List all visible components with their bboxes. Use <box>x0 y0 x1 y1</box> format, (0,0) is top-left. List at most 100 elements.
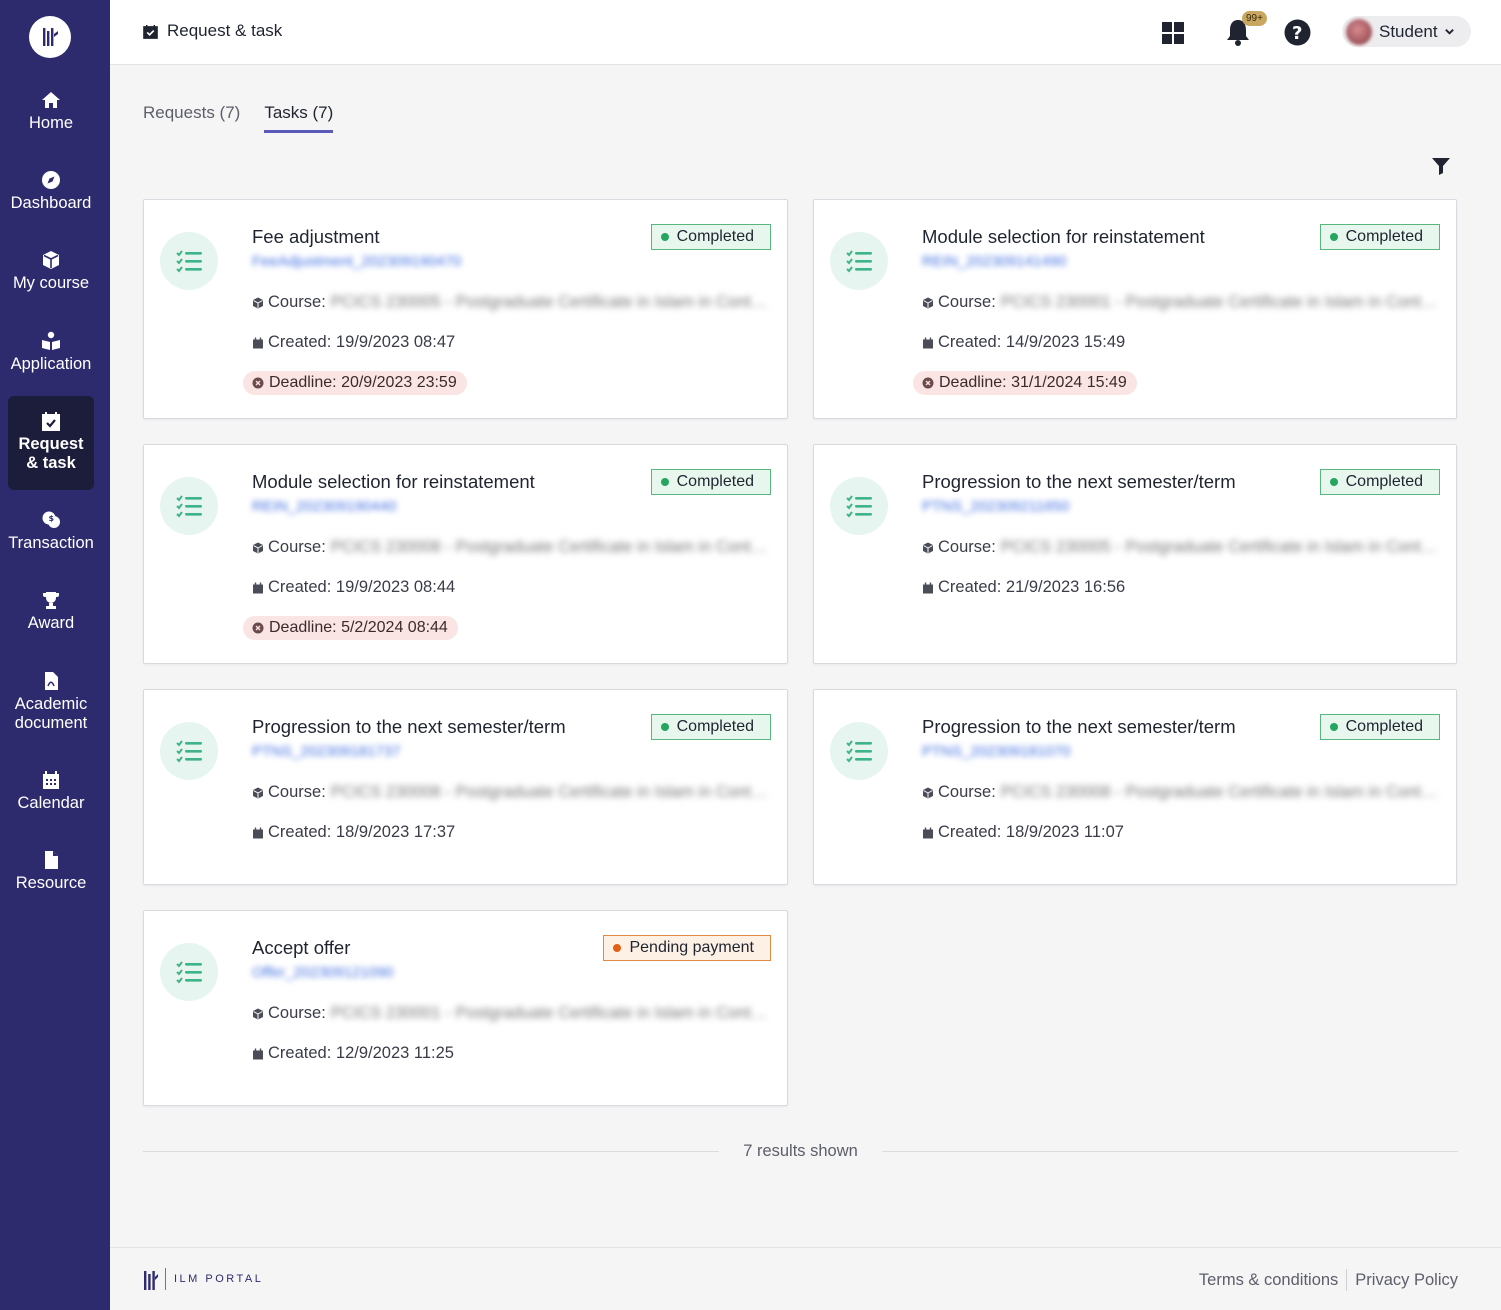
status-dot <box>1329 723 1338 731</box>
task-list-icon <box>830 232 888 290</box>
sidebar: Home Dashboard My course Application Req… <box>0 0 110 1310</box>
status-dot <box>1329 233 1338 241</box>
course-value: PCICS 230001 - Postgraduate Certificate … <box>330 1004 771 1022</box>
sidebar-item-label: Home <box>28 114 73 132</box>
footer: ILM PORTAL Terms & conditions Privacy Po… <box>110 1247 1501 1310</box>
task-title: Progression to the next semester/term <box>922 716 1236 737</box>
sidebar-item-resource[interactable]: Resource <box>8 849 94 893</box>
course-row: Course: PCICS 230005 - Postgraduate Cert… <box>252 293 771 312</box>
status-badge: Completed <box>650 714 771 740</box>
task-reference[interactable]: PTNS_202309211650 <box>922 498 1069 515</box>
created-row: Created: 14/9/2023 15:49 <box>922 333 1125 352</box>
sidebar-item-label: My course <box>12 274 90 292</box>
sidebar-item-my-course[interactable]: My course <box>8 249 94 293</box>
created-label: Created: <box>268 333 332 351</box>
status-badge: Completed <box>650 469 771 495</box>
status-label: Pending payment <box>629 939 754 956</box>
course-label: Course: <box>268 538 326 556</box>
cube-icon <box>253 542 263 553</box>
chevron-down-icon <box>1444 29 1454 35</box>
task-reference[interactable]: REIN_202309141490 <box>922 253 1066 270</box>
privacy-link[interactable]: Privacy Policy <box>1355 1271 1458 1290</box>
results-summary: 7 results shown <box>143 1140 1459 1162</box>
course-value: PCICS 230005 - Postgraduate Certificate … <box>1000 538 1441 556</box>
close-circle-icon <box>252 377 264 389</box>
status-dot <box>613 944 622 952</box>
deadline-label: Deadline: <box>939 374 1007 391</box>
created-label: Created: <box>268 578 332 596</box>
ilm-logo-icon <box>43 28 58 46</box>
created-row: Created: 12/9/2023 11:25 <box>252 1044 454 1063</box>
status-badge: Completed <box>1319 224 1440 250</box>
sidebar-item-transaction[interactable]: $ Transaction <box>8 509 94 553</box>
sidebar-item-dashboard[interactable]: Dashboard <box>8 169 94 213</box>
course-row: Course: PCICS 230008 - Postgraduate Cert… <box>252 538 771 557</box>
status-badge: Completed <box>1319 469 1440 495</box>
deadline-value: 5/2/2024 08:44 <box>341 619 448 636</box>
task-card[interactable]: Progression to the next semester/term PT… <box>813 689 1457 885</box>
task-list-icon <box>160 477 218 535</box>
user-menu-button[interactable]: Student <box>1342 16 1471 47</box>
deadline-badge: Deadline: 20/9/2023 23:59 <box>243 371 467 395</box>
created-value: 18/9/2023 11:07 <box>1005 823 1124 841</box>
status-badge: Completed <box>650 224 771 250</box>
task-title: Module selection for reinstatement <box>252 471 535 492</box>
sidebar-item-request-task[interactable]: Request & task <box>8 396 94 490</box>
tab-requests[interactable]: Requests (7) <box>143 103 240 133</box>
status-dot <box>660 478 669 486</box>
sidebar-item-application[interactable]: Application <box>8 330 94 374</box>
course-value: PCICS 230008 - Postgraduate Certificate … <box>330 783 771 801</box>
user-label: Student <box>1379 21 1438 41</box>
task-card[interactable]: Accept offer Offer_202309121090 Pending … <box>143 910 788 1106</box>
tab-tasks[interactable]: Tasks (7) <box>264 103 334 133</box>
sidebar-item-home[interactable]: Home <box>8 89 94 133</box>
sidebar-item-calendar[interactable]: Calendar <box>8 769 94 813</box>
task-reference[interactable]: REIN_202309190440 <box>252 498 396 515</box>
top-bar: Request & task 99+ ? Student <box>110 0 1501 65</box>
application-icon <box>40 330 62 352</box>
task-reference[interactable]: PTNS_202309181070 <box>922 743 1070 760</box>
calendar-check-icon <box>143 24 158 39</box>
created-row: Created: 19/9/2023 08:44 <box>252 578 455 597</box>
created-label: Created: <box>268 823 332 841</box>
course-label: Course: <box>938 293 996 311</box>
status-badge: Completed <box>1319 714 1440 740</box>
terms-link[interactable]: Terms & conditions <box>1199 1271 1338 1290</box>
task-title: Progression to the next semester/term <box>252 716 566 737</box>
course-value: PCICS 230008 - Postgraduate Certificate … <box>1000 783 1441 801</box>
created-value: 12/9/2023 11:25 <box>335 1044 454 1062</box>
cube-icon <box>923 542 933 553</box>
sidebar-item-academic-document[interactable]: Academic document <box>8 670 94 733</box>
trophy-icon <box>40 589 62 611</box>
apps-grid-icon[interactable] <box>1161 21 1185 45</box>
sidebar-item-label: Calendar <box>17 794 85 812</box>
help-icon[interactable]: ? <box>1284 19 1311 46</box>
status-label: Completed <box>676 228 754 245</box>
status-label: Completed <box>1345 228 1423 245</box>
filter-icon[interactable] <box>1431 156 1451 176</box>
task-reference[interactable]: FeeAdjustment_202309190470 <box>252 253 461 270</box>
task-card[interactable]: Fee adjustment FeeAdjustment_20230919047… <box>143 199 788 419</box>
footer-logo: ILM PORTAL <box>143 1267 263 1291</box>
compass-icon <box>40 169 62 191</box>
task-reference[interactable]: Offer_202309121090 <box>252 964 394 981</box>
course-label: Course: <box>938 783 996 801</box>
task-card[interactable]: Module selection for reinstatement REIN_… <box>813 199 1457 419</box>
created-value: 18/9/2023 17:37 <box>335 823 456 841</box>
file-icon <box>40 849 62 871</box>
task-card[interactable]: Progression to the next semester/term PT… <box>143 689 788 885</box>
calendar-icon <box>923 827 933 838</box>
task-card[interactable]: Module selection for reinstatement REIN_… <box>143 444 788 664</box>
task-reference[interactable]: PTNS_202309181737 <box>252 743 400 760</box>
sidebar-item-award[interactable]: Award <box>8 589 94 633</box>
created-label: Created: <box>938 333 1002 351</box>
deadline-label: Deadline: <box>269 619 337 636</box>
status-label: Completed <box>676 473 754 490</box>
task-card[interactable]: Progression to the next semester/term PT… <box>813 444 1457 664</box>
breadcrumb: Request & task <box>143 21 282 41</box>
created-value: 19/9/2023 08:47 <box>335 333 456 351</box>
status-dot <box>660 723 669 731</box>
task-title: Fee adjustment <box>252 226 380 247</box>
ilm-logo[interactable] <box>29 16 71 58</box>
close-circle-icon <box>252 622 264 634</box>
